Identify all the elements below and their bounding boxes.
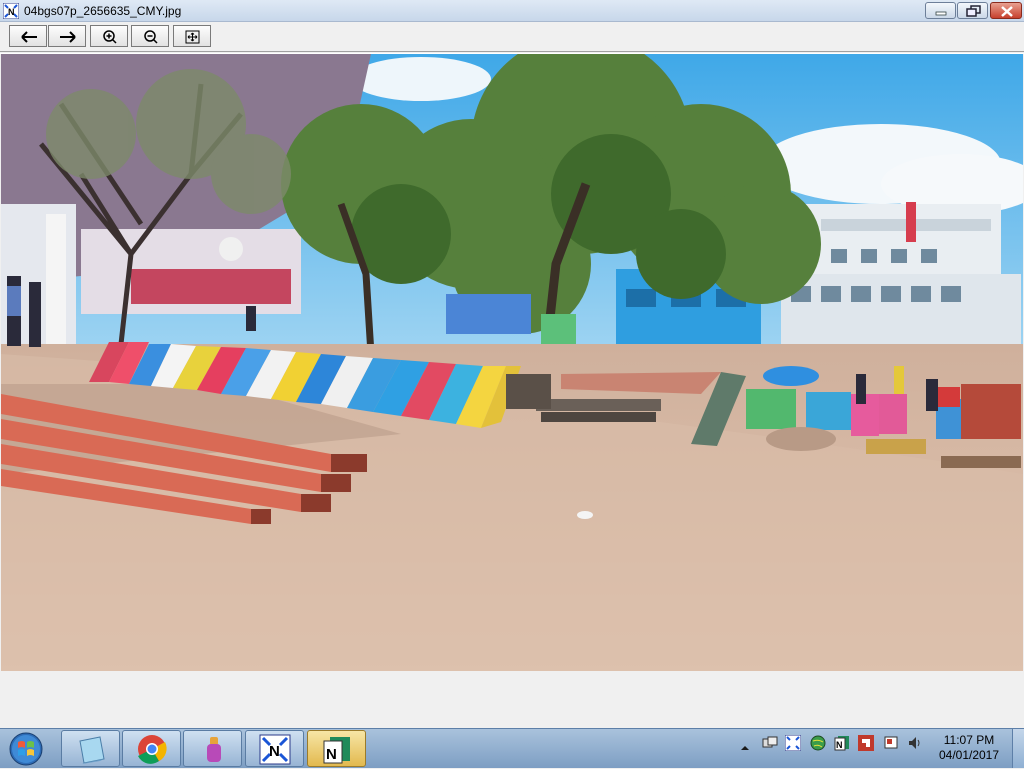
close-button[interactable] [990, 2, 1022, 19]
maximize-icon [966, 5, 981, 17]
viewer-toolbar [0, 22, 1024, 52]
show-hidden-icons-icon[interactable] [740, 742, 750, 756]
minimize-button[interactable] [925, 2, 956, 19]
title-bar[interactable]: N 04bgs07p_2656635_CMY.jpg [0, 0, 1024, 22]
notes-icon [79, 736, 105, 764]
chrome-icon [138, 735, 167, 764]
viewer-tray-icon[interactable] [784, 734, 802, 754]
zoom-out-button[interactable] [131, 25, 169, 47]
volume-icon[interactable] [907, 735, 923, 754]
globe-icon[interactable] [810, 735, 826, 754]
editor-n-icon: N [323, 737, 350, 764]
taskbar-app-chrome[interactable] [122, 730, 181, 767]
window-title: 04bgs07p_2656635_CMY.jpg [24, 4, 182, 18]
start-button[interactable] [5, 732, 47, 766]
zoom-out-icon [144, 30, 158, 44]
n-tray-icon[interactable]: N [834, 735, 850, 754]
network-icon[interactable] [762, 735, 778, 754]
arrow-right-icon [60, 31, 76, 43]
previous-button[interactable] [9, 25, 47, 47]
close-icon [1001, 6, 1013, 17]
flag-icon[interactable] [883, 735, 899, 754]
shortcut-icon[interactable] [858, 735, 874, 754]
viewer-app-icon[interactable]: N [2, 2, 20, 20]
taskbar: N N N 11:07 PM 04/01/2017 [0, 728, 1024, 768]
fit-to-window-button[interactable] [173, 25, 211, 47]
zoom-in-button[interactable] [90, 25, 128, 47]
zoom-in-icon [103, 30, 117, 44]
clock-time: 11:07 PM [943, 733, 995, 747]
taskbar-app-notes[interactable] [61, 730, 120, 767]
svg-text:N: N [8, 7, 15, 17]
svg-text:N: N [269, 743, 280, 760]
svg-text:N: N [836, 740, 843, 750]
bottle-icon [207, 737, 221, 762]
show-desktop-button[interactable] [1012, 729, 1024, 768]
minimize-icon [935, 11, 947, 16]
displayed-photo [1, 54, 1023, 671]
taskbar-app-tool[interactable] [183, 730, 242, 767]
clock-date: 04/01/2017 [938, 748, 1000, 762]
svg-text:N: N [326, 746, 337, 763]
taskbar-app-editor[interactable]: N [307, 730, 366, 767]
taskbar-app-viewer[interactable]: N [245, 730, 304, 767]
arrow-left-icon [21, 31, 37, 43]
viewer-n-icon: N [259, 734, 291, 765]
fit-window-icon [185, 30, 200, 44]
windows-logo-icon [9, 732, 43, 766]
system-clock[interactable]: 11:07 PM 04/01/2017 [928, 733, 1010, 763]
maximize-button[interactable] [957, 2, 988, 19]
next-button[interactable] [48, 25, 86, 47]
